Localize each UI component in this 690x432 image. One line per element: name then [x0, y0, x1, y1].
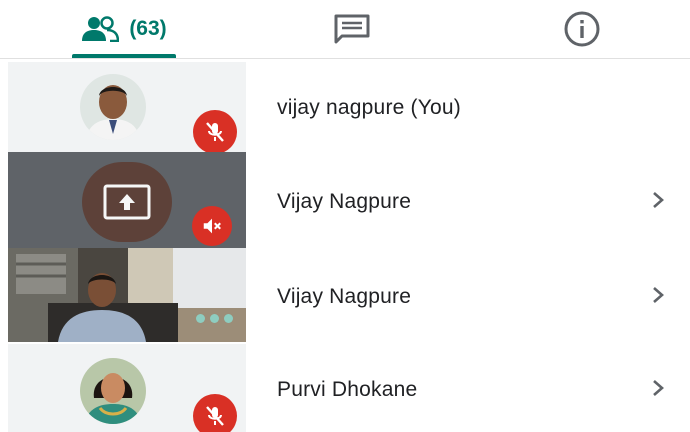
video-feed: [8, 248, 246, 342]
tab-chat[interactable]: [330, 0, 374, 58]
present-screen-icon: [103, 184, 151, 220]
participant-count: (63): [129, 17, 167, 40]
participant-thumbnail: [8, 152, 246, 248]
participant-name: Vijay Nagpure: [277, 285, 412, 308]
chevron-right-icon[interactable]: [648, 190, 668, 210]
participant-name: Vijay Nagpure: [277, 190, 412, 213]
tab-people[interactable]: (63): [70, 0, 178, 58]
mic-off-icon: [206, 406, 224, 426]
speaking-indicator: [196, 314, 233, 323]
people-icon: [82, 16, 120, 42]
participant-name: vijay nagpure (You): [277, 96, 461, 119]
participant-name: Purvi Dhokane: [277, 378, 418, 401]
participant-thumbnail: [8, 62, 246, 152]
mic-off-icon: [206, 122, 224, 142]
participant-video-thumbnail: [8, 248, 246, 342]
avatar: [80, 74, 146, 140]
chevron-right-icon[interactable]: [648, 378, 668, 398]
active-tab-indicator: [72, 54, 176, 58]
presenting-indicator: [82, 162, 172, 242]
mic-muted-badge: [192, 206, 232, 246]
tab-bar: (63): [0, 0, 690, 59]
mic-muted-badge: [193, 110, 237, 152]
info-icon: [564, 11, 600, 47]
participant-row[interactable]: Vijay Nagpure: [8, 248, 690, 342]
chevron-right-icon[interactable]: [648, 285, 668, 305]
participant-row[interactable]: vijay nagpure (You): [8, 62, 690, 152]
volume-off-icon: [203, 218, 221, 234]
participant-row[interactable]: Purvi Dhokane: [8, 344, 690, 432]
mic-muted-badge: [193, 394, 237, 432]
participant-row[interactable]: Vijay Nagpure: [8, 152, 690, 248]
participant-thumbnail: [8, 344, 246, 432]
tab-info[interactable]: [560, 0, 604, 58]
avatar: [80, 358, 146, 424]
chat-icon: [334, 14, 370, 44]
